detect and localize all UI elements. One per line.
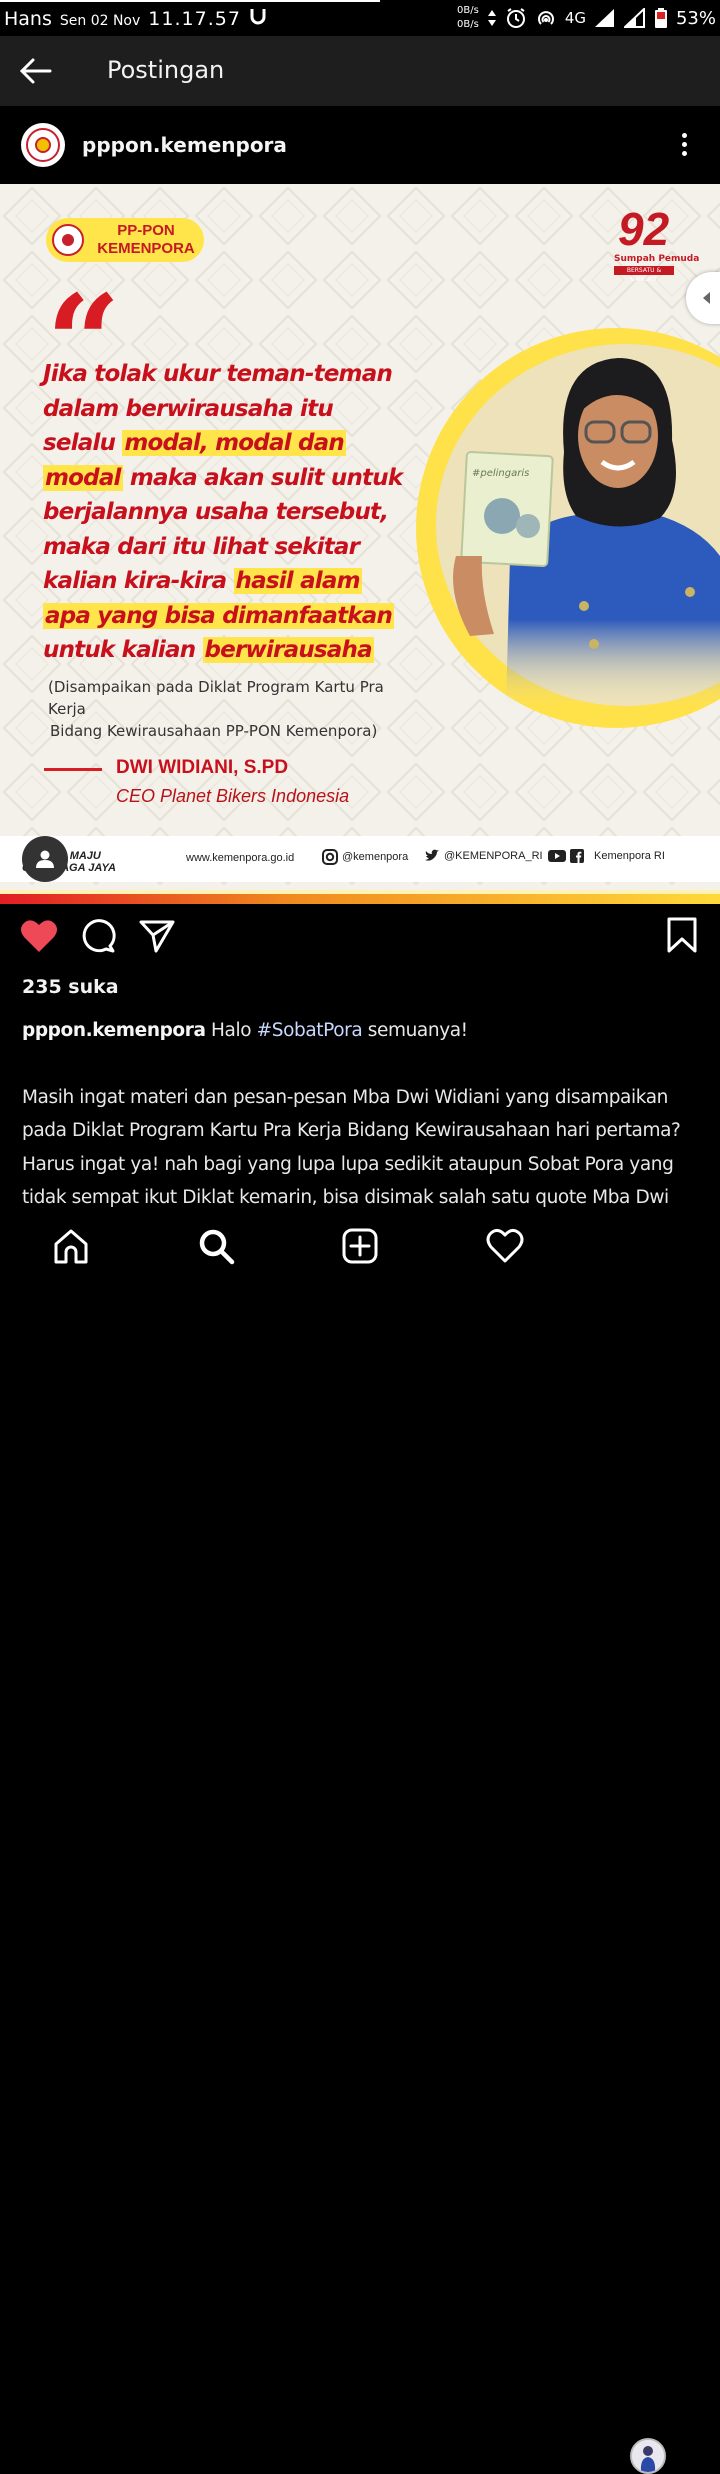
quote-line: modal maka akan sulit untuk xyxy=(43,461,443,496)
bookmark-icon[interactable] xyxy=(666,916,698,954)
quote-highlight: apa yang bisa dimanfaatkan xyxy=(43,602,395,629)
logo-band: BERSATU & BANGKIT xyxy=(614,266,674,283)
vpn-u-icon xyxy=(250,9,266,25)
youtube-icon xyxy=(548,850,566,862)
twitter-icon xyxy=(425,849,439,861)
badge-line1: PP-PON xyxy=(117,222,175,239)
quote-segment: Jika tolak ukur teman-teman xyxy=(43,361,393,387)
profile-avatar[interactable] xyxy=(630,2438,666,2474)
post-image[interactable]: PP-PON KEMENPORA 92 Sumpah Pemuda BERSAT… xyxy=(0,184,720,904)
footer-youtube-facebook: Kemenpora RI xyxy=(548,849,665,863)
new-post-icon[interactable] xyxy=(340,1226,380,1266)
caption-text-before: Halo xyxy=(205,1020,257,1041)
attribution-line2: Bidang Kewirausahaan PP-PON Kemenpora) xyxy=(50,722,378,740)
post-username[interactable]: pppon.kemenpora xyxy=(82,133,287,157)
instagram-icon xyxy=(322,849,338,865)
quote-line: maka dari itu lihat sekitar xyxy=(43,530,443,565)
activity-heart-icon[interactable] xyxy=(485,1226,525,1266)
alarm-icon xyxy=(506,8,525,28)
book-title: #pelingaris xyxy=(472,468,529,479)
instagram-handle: @kemenpora xyxy=(342,851,409,863)
caption-text-after: semuanya! xyxy=(362,1020,468,1041)
logo-number: 92 xyxy=(618,203,670,255)
battery-percent: 53% xyxy=(675,7,716,29)
hotspot-icon xyxy=(537,11,554,25)
caption-username[interactable]: pppon.kemenpora xyxy=(22,1020,206,1041)
quote-highlight: hasil alam xyxy=(233,568,362,594)
speaker-name: DWI WIDIANI, S.PD xyxy=(116,757,289,778)
pp-pon-badge: PP-PON KEMENPORA xyxy=(46,218,204,262)
status-bar-progress xyxy=(0,0,380,2)
carrier-name: Hans xyxy=(4,8,52,30)
speaker-divider xyxy=(44,768,102,771)
status-date: Sen 02 Nov xyxy=(59,13,141,29)
net-down-speed: 0B/s xyxy=(457,19,479,30)
kemenpora-seal-icon xyxy=(52,224,84,256)
quote-line: untuk kalian berwirausaha xyxy=(43,633,443,668)
quote-segment: maka dari itu lihat sekitar xyxy=(43,533,360,560)
net-up-speed: 0B/s xyxy=(457,5,479,16)
post-header: pppon.kemenpora xyxy=(0,106,720,184)
bottom-color-stripe xyxy=(0,890,720,904)
quote-text: Jika tolak ukur teman-teman dalam berwira… xyxy=(43,357,443,668)
quote-line: berjalannya usaha tersebut, xyxy=(43,495,443,530)
youtube-facebook-handle: Kemenpora RI xyxy=(594,850,665,862)
bottom-nav xyxy=(0,1212,720,2474)
quote-line: dalam berwirausaha itu xyxy=(43,392,443,427)
quote-highlight: modal, modal dan xyxy=(122,430,346,456)
footer-instagram: @kemenpora xyxy=(322,849,408,865)
status-bar: Hans Sen 02 Nov 11.17.57 0B/s 0B/s 4G 53… xyxy=(0,0,720,36)
quote-line: Jika tolak ukur teman-teman xyxy=(43,357,443,392)
battery-icon xyxy=(654,8,667,28)
status-time: 11.17.57 xyxy=(148,8,241,30)
signal-2-icon xyxy=(623,8,645,28)
speaker-photo: #pelingaris xyxy=(453,358,720,706)
facebook-icon xyxy=(570,849,584,863)
post-actions xyxy=(0,904,720,970)
caption-hashtag[interactable]: #SobatPora xyxy=(257,1020,363,1041)
badge-line2: KEMENPORA xyxy=(97,240,195,257)
quote-segment: maka akan sulit untuk xyxy=(122,464,403,491)
quote-segment: berjalannya usaha tersebut, xyxy=(43,499,389,525)
signal-icon xyxy=(594,9,614,27)
quote-line: kalian kira-kira hasil alam xyxy=(43,564,443,599)
footer-website: www.kemenpora.go.id xyxy=(186,852,295,864)
heart-filled-icon[interactable] xyxy=(20,918,58,954)
quote-highlight: berwirausaha xyxy=(202,637,374,663)
speaker-role: CEO Planet Bikers Indonesia xyxy=(116,786,350,806)
search-icon[interactable] xyxy=(196,1226,236,1266)
logo-caption: Sumpah Pemuda xyxy=(614,254,700,264)
quote-segment: selalu xyxy=(43,430,123,456)
quote-segment: kalian kira-kira xyxy=(43,568,234,594)
footer-twitter: @KEMENPORA_RI xyxy=(424,849,543,863)
tagged-accounts-button[interactable] xyxy=(22,836,68,882)
image-footer: ...DA MAJU OLAHRAGA JAYA www.kemenpora.g… xyxy=(0,836,720,882)
like-count[interactable]: 235 suka xyxy=(22,976,119,998)
account-avatar[interactable] xyxy=(21,123,65,167)
home-icon[interactable] xyxy=(51,1226,91,1266)
user-icon xyxy=(36,850,54,868)
quote-line: selalu modal, modal dan xyxy=(43,426,443,461)
quote-attribution: (Disampaikan pada Diklat Program Kartu P… xyxy=(48,676,408,742)
app-bar: Postingan xyxy=(0,36,720,106)
sumpah-pemuda-logo: 92 Sumpah Pemuda BERSATU & BANGKIT xyxy=(614,202,699,283)
data-arrows-icon xyxy=(487,10,496,26)
comment-icon[interactable] xyxy=(80,918,116,954)
quote-highlight: modal xyxy=(43,464,123,491)
quote-segment: dalam berwirausaha itu xyxy=(43,395,334,422)
page-title: Postingan xyxy=(107,56,225,84)
network-speed: 0B/s 0B/s xyxy=(457,4,479,32)
send-icon[interactable] xyxy=(138,918,176,954)
attribution-line1: (Disampaikan pada Diklat Program Kartu P… xyxy=(48,678,384,718)
arrow-left-icon[interactable] xyxy=(16,52,54,90)
quote-line: apa yang bisa dimanfaatkan xyxy=(43,599,443,634)
network-type: 4G xyxy=(564,9,586,27)
quote-segment: untuk kalian xyxy=(43,637,203,663)
more-vertical-icon[interactable] xyxy=(672,130,696,160)
twitter-handle: @KEMENPORA_RI xyxy=(444,850,543,862)
